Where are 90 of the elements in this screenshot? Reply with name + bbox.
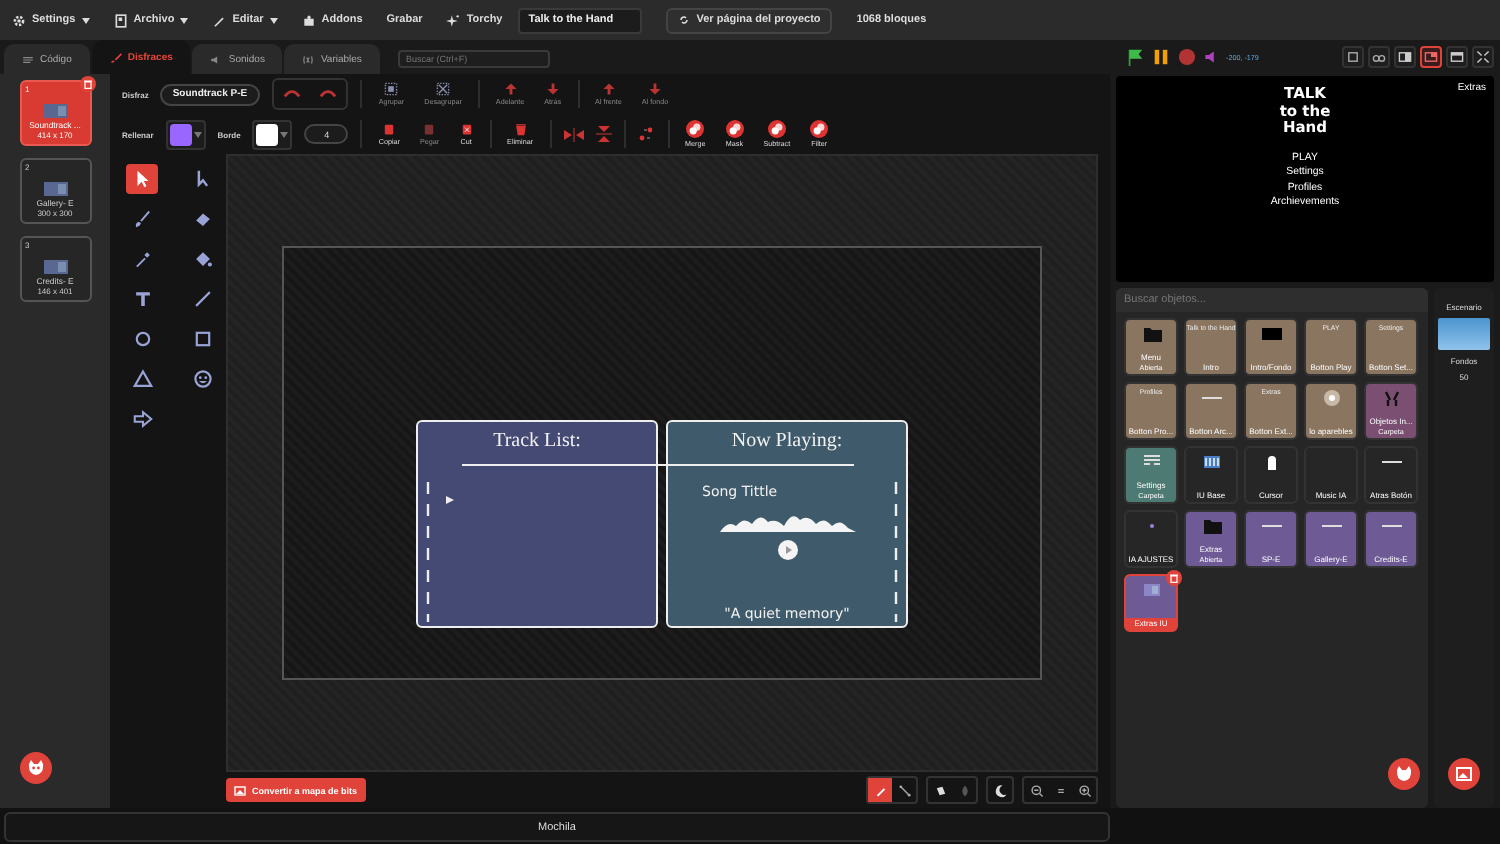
costume-thumbnail	[39, 102, 71, 120]
dashed-line-icon	[894, 481, 898, 621]
rectangle-tool-icon	[191, 328, 213, 350]
add-costume-icon[interactable]	[20, 752, 52, 784]
arrow-tool-icon	[131, 408, 153, 430]
fullscreen-icon	[1476, 50, 1490, 64]
paint-bucket-icon	[191, 248, 213, 270]
moon-icon	[993, 783, 1007, 797]
stop-icon[interactable]	[1178, 48, 1196, 66]
brush-mode-button[interactable]	[868, 778, 892, 802]
brush-icon	[131, 208, 153, 230]
zoom-reset-icon	[1053, 783, 1067, 797]
folder-icon	[1139, 324, 1163, 344]
flip-horizontal-icon[interactable]	[563, 127, 584, 141]
delete-icon[interactable]	[1166, 570, 1182, 586]
eraser-icon	[191, 208, 213, 230]
group-icon	[384, 82, 399, 96]
flip-vertical-icon[interactable]	[595, 126, 612, 142]
pencil-icon	[212, 13, 227, 27]
outline-mode-icon	[957, 783, 971, 797]
brush-icon	[109, 51, 122, 63]
cut-icon	[459, 122, 474, 136]
tool-button[interactable]	[126, 164, 158, 194]
zoom-out-icon	[1029, 783, 1043, 797]
stage-view-button[interactable]	[1420, 46, 1442, 68]
panel-title: Now Playing:	[731, 429, 843, 455]
vector-mode-icon	[897, 783, 911, 797]
sprite-thumbnail	[1259, 324, 1283, 344]
costume-thumbnail	[39, 180, 71, 198]
eyedropper-icon	[131, 248, 153, 270]
stage-view-button[interactable]	[1368, 46, 1390, 68]
arrow-up-icon	[503, 82, 518, 96]
play-button-icon[interactable]	[777, 540, 797, 560]
arrow-down-icon	[545, 82, 560, 96]
pause-icon[interactable]	[1152, 48, 1170, 66]
puzzle-icon	[301, 13, 316, 27]
variable-icon	[302, 53, 315, 65]
sprite-thumbnail	[1319, 388, 1343, 408]
text-tool-icon	[131, 288, 153, 310]
costume-thumbnail	[39, 258, 71, 276]
stage-view-button[interactable]	[1342, 46, 1364, 68]
trash-icon	[513, 122, 528, 136]
delete-icon[interactable]	[79, 76, 95, 92]
outline-color-picker[interactable]	[252, 119, 293, 149]
caret-icon	[193, 131, 202, 137]
dashed-line-icon	[426, 481, 430, 621]
align-icon[interactable]	[637, 126, 656, 142]
add-backdrop-icon[interactable]	[1448, 758, 1480, 790]
stage-view-button[interactable]	[1394, 46, 1416, 68]
backdrop-thumbnail[interactable]	[1438, 318, 1490, 350]
triangle-tool-icon	[131, 368, 153, 390]
caret-icon	[280, 131, 289, 137]
zoom-in-icon	[1077, 783, 1091, 797]
overlap-circles-icon	[767, 120, 786, 138]
fill-mode-icon	[933, 783, 947, 797]
speaker-icon	[210, 53, 223, 65]
sprite-thumbnail	[1379, 388, 1403, 408]
arrow-down-icon	[647, 82, 662, 96]
sparkle-icon	[446, 13, 461, 27]
overlap-circles-icon	[725, 120, 744, 138]
undo-redo-control[interactable]	[272, 78, 349, 110]
play-marker-icon	[446, 495, 454, 503]
circle-tool-icon	[131, 328, 153, 350]
sprite-thumbnail	[1199, 452, 1223, 472]
arrow-up-icon	[601, 82, 616, 96]
stage-layout-icon	[1424, 50, 1438, 64]
smiley-icon	[191, 368, 213, 390]
copy-icon	[382, 122, 397, 136]
large-stage-icon	[1450, 50, 1464, 64]
file-icon	[113, 13, 128, 27]
stage-view-button[interactable]	[1472, 46, 1494, 68]
ungroup-icon	[436, 82, 451, 96]
sprite-thumbnail	[1139, 580, 1163, 600]
paste-icon	[422, 122, 437, 136]
settings-icon	[12, 13, 26, 27]
overlap-circles-icon	[810, 120, 829, 138]
speaker-icon	[1204, 50, 1218, 64]
code-icon	[22, 53, 34, 65]
folder-icon	[1199, 516, 1223, 536]
brush-mode-icon	[873, 783, 887, 797]
image-icon	[234, 785, 246, 795]
flag-icon[interactable]	[1126, 48, 1144, 66]
add-sprite-icon[interactable]	[1388, 758, 1420, 790]
line-tool-icon	[191, 288, 213, 310]
panel-title: Track List:	[493, 429, 581, 455]
fill-color-picker[interactable]	[165, 119, 206, 149]
stage-view-button[interactable]	[1446, 46, 1468, 68]
overlap-circles-icon	[686, 120, 705, 138]
refresh-icon	[678, 14, 691, 26]
small-stage-icon	[1398, 50, 1412, 64]
